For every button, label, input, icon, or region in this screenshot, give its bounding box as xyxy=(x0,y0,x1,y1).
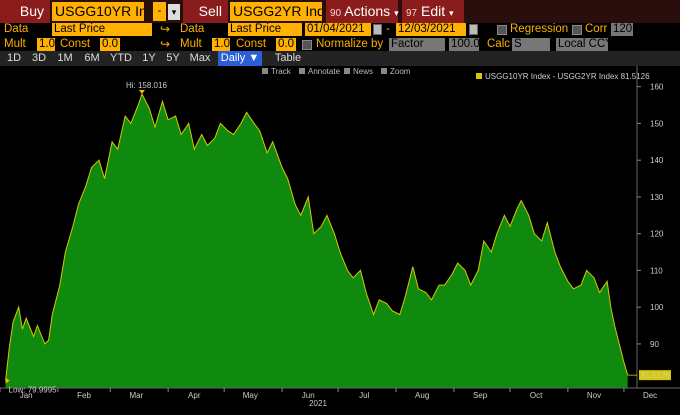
calc-settings-row: Mult 1.0 Const 0.0 ↪ Mult 1.0 Const 0.0 … xyxy=(0,37,680,52)
news-icon[interactable] xyxy=(344,68,350,74)
tool-news[interactable]: News xyxy=(353,67,373,76)
const2-label: Const xyxy=(236,38,267,50)
x-tick-label: Dec xyxy=(643,391,657,400)
const1-label: Const xyxy=(60,38,91,50)
track-icon[interactable] xyxy=(262,68,268,74)
caret-down-icon: ▼ xyxy=(248,52,260,64)
frequency-label: Daily xyxy=(220,52,246,64)
frequency-dropdown[interactable]: Daily ▼ xyxy=(218,51,262,66)
x-tick-label: May xyxy=(243,391,258,400)
mult1-input[interactable]: 1.0 xyxy=(37,38,55,51)
mult2-input[interactable]: 1.0 xyxy=(212,38,230,51)
y-tick-label: 150 xyxy=(650,119,664,128)
legend: USGG10YR Index - USGG2YR Index 81.5126 xyxy=(476,72,650,81)
edit-menu-button[interactable]: 97 Edit ▾ xyxy=(402,0,464,23)
corr-checkbox[interactable] xyxy=(572,25,582,35)
data2-field-dropdown[interactable]: Last Price xyxy=(228,23,302,36)
date-range-separator: - xyxy=(386,23,390,35)
legend-label: USGG10YR Index - USGG2YR Index 81.5126 xyxy=(485,72,650,81)
period-max-button[interactable]: Max xyxy=(188,51,212,66)
regression-checkbox[interactable] xyxy=(497,25,507,35)
swap-arrow-icon[interactable]: ↪ xyxy=(160,37,170,52)
currency-dropdown[interactable]: Local CCY xyxy=(556,38,608,51)
buy-side-dropdown[interactable]: - xyxy=(153,2,166,21)
normalize-method-dropdown[interactable]: Factor xyxy=(389,38,445,51)
low-label: Low: 79.9995 xyxy=(9,386,58,395)
period-ytd-button[interactable]: YTD xyxy=(108,51,134,66)
corr-period-input[interactable]: 120 xyxy=(611,23,633,36)
sell-ticker-input[interactable]: USGG2YR Inde xyxy=(230,2,322,21)
x-tick-label: Sep xyxy=(473,391,488,400)
const2-input[interactable]: 0.0 xyxy=(276,38,296,51)
corr-label: Corr xyxy=(585,23,608,35)
calendar-icon[interactable] xyxy=(373,24,382,35)
y-tick-label: 130 xyxy=(650,193,664,202)
end-date-input[interactable]: 12/03/2021 xyxy=(396,23,466,36)
calendar-icon[interactable] xyxy=(469,24,478,35)
sell-label: Sell xyxy=(183,0,228,23)
normalize-factor-input[interactable]: 100.0 xyxy=(449,38,479,51)
data1-label: Data xyxy=(4,23,29,35)
mult1-label: Mult xyxy=(4,38,26,50)
swap-arrow-icon[interactable]: ↪ xyxy=(160,22,170,37)
period-1d-button[interactable]: 1D xyxy=(5,51,23,66)
x-tick-label: Oct xyxy=(530,391,543,400)
period-5y-button[interactable]: 5Y xyxy=(164,51,182,66)
data2-label: Data xyxy=(180,23,205,35)
actions-menu-number: 90 xyxy=(330,8,342,19)
tool-zoom[interactable]: Zoom xyxy=(390,67,411,76)
chevron-down-icon: ▾ xyxy=(449,8,454,18)
y-tick-label: 140 xyxy=(650,156,664,165)
tool-track[interactable]: Track xyxy=(271,67,292,76)
period-1m-button[interactable]: 1M xyxy=(55,51,75,66)
y-tick-label: 100 xyxy=(650,303,664,312)
period-6m-button[interactable]: 6M xyxy=(82,51,102,66)
table-view-button[interactable]: Table xyxy=(272,51,304,66)
x-tick-label: Nov xyxy=(587,391,601,400)
high-label: Hi: 158.016 xyxy=(126,81,167,90)
start-date-input[interactable]: 01/04/2021 xyxy=(305,23,371,36)
x-tick-label: Mar xyxy=(129,391,143,400)
edit-menu-label: Edit xyxy=(421,3,446,19)
x-tick-label: Feb xyxy=(77,391,91,400)
calc-dropdown[interactable]: S xyxy=(512,38,550,51)
mult2-label: Mult xyxy=(180,38,202,50)
tool-annotate[interactable]: Annotate xyxy=(308,67,341,76)
spread-chart[interactable]: Track Annotate News Zoom USGG10YR Index … xyxy=(0,66,680,415)
chevron-down-icon: ▾ xyxy=(394,8,399,18)
last-value-label: 81.5126 xyxy=(641,371,670,380)
y-tick-label: 120 xyxy=(650,230,664,239)
regression-label: Regression xyxy=(510,23,569,35)
x-year-label: 2021 xyxy=(309,399,327,408)
chevron-down-icon[interactable]: ▾ xyxy=(168,4,180,20)
buy-label: Buy xyxy=(0,0,50,23)
annotate-icon[interactable] xyxy=(299,68,305,74)
period-3d-button[interactable]: 3D xyxy=(30,51,48,66)
actions-menu-button[interactable]: 90 Actions ▾ xyxy=(326,0,399,23)
const1-input[interactable]: 0.0 xyxy=(100,38,120,51)
data-settings-row: Data Last Price ↪ Data Last Price 01/04/… xyxy=(0,22,680,37)
y-tick-label: 110 xyxy=(650,266,663,275)
x-tick-label: Jul xyxy=(359,391,369,400)
zoom-icon[interactable] xyxy=(381,68,387,74)
calc-label: Calc xyxy=(487,38,511,50)
period-1y-button[interactable]: 1Y xyxy=(140,51,158,66)
command-bar: Buy USGG10YR Inc - ▾ Sell USGG2YR Inde 9… xyxy=(0,0,680,23)
normalize-checkbox[interactable] xyxy=(302,40,312,50)
x-tick-label: Apr xyxy=(188,391,201,400)
normalize-label: Normalize by xyxy=(316,38,384,50)
y-tick-label: 160 xyxy=(650,83,664,92)
actions-menu-label: Actions xyxy=(344,3,391,19)
y-tick-label: 90 xyxy=(650,340,659,349)
edit-menu-number: 97 xyxy=(406,8,418,19)
buy-ticker-input[interactable]: USGG10YR Inc xyxy=(52,2,144,21)
period-toolbar: 1D 3D 1M 6M YTD 1Y 5Y Max Daily ▼ Table xyxy=(0,51,680,66)
x-tick-label: Aug xyxy=(415,391,429,400)
data1-field-dropdown[interactable]: Last Price xyxy=(52,23,152,36)
legend-swatch xyxy=(476,73,482,79)
